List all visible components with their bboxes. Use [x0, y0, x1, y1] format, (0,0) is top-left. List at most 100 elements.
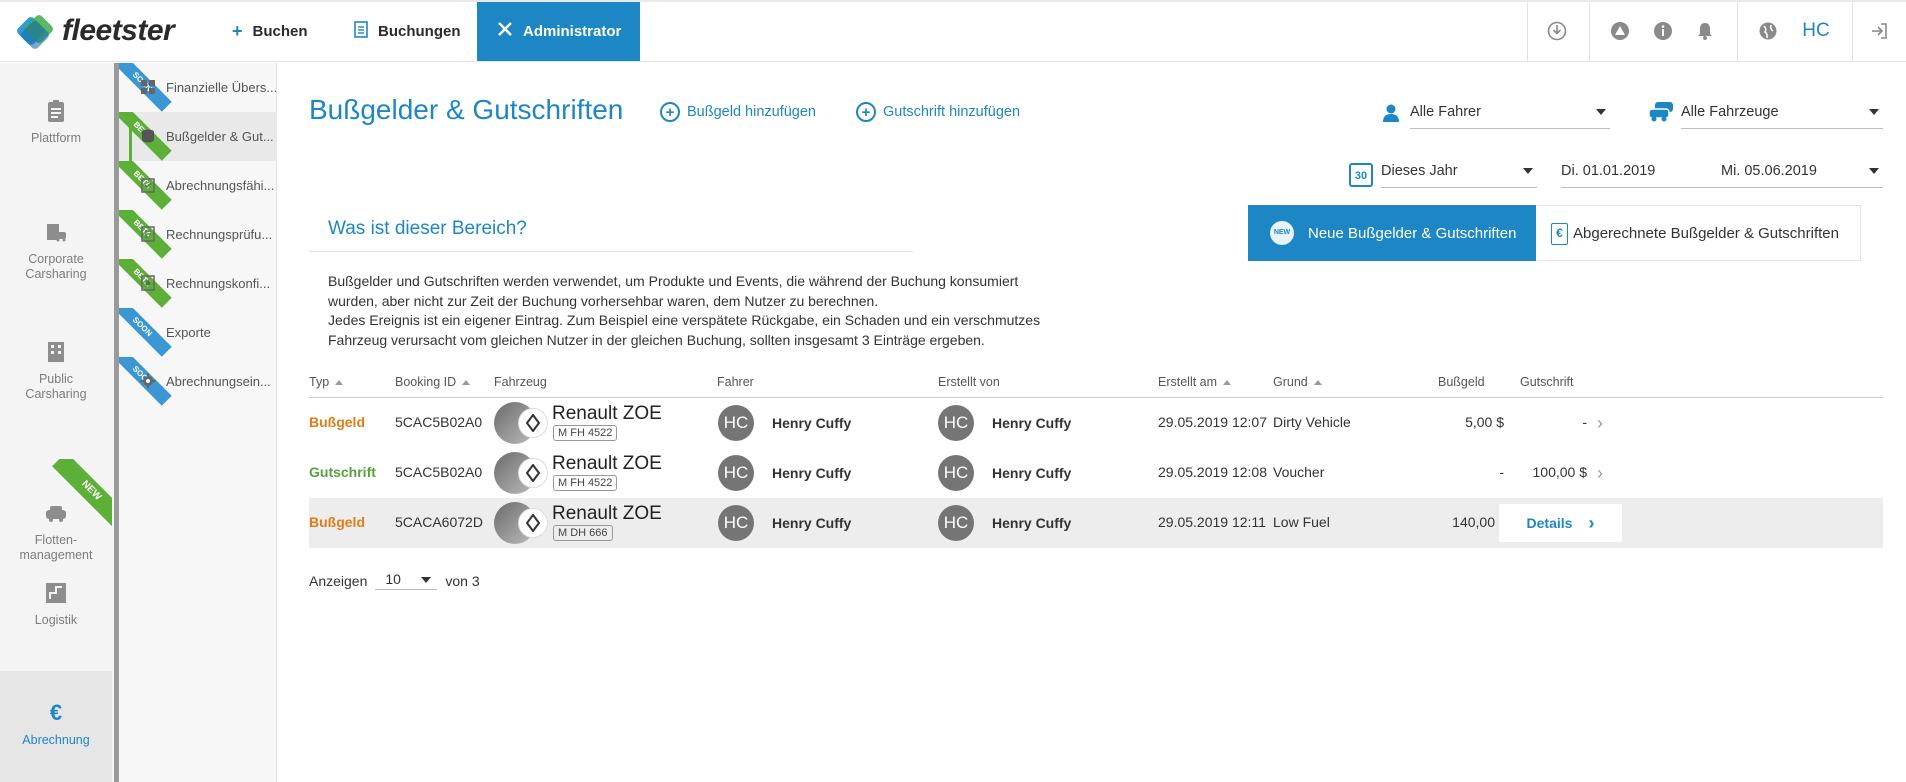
soon-ribbon: SOON: [119, 308, 172, 357]
sidebar-item-public-carsharing[interactable]: Public Carsharing: [0, 340, 112, 402]
col-header-booking-id[interactable]: Booking ID: [395, 375, 471, 389]
add-credit-button[interactable]: + Gutschrift hinzufügen: [856, 102, 1020, 122]
invoice-icon: [141, 226, 155, 242]
sort-asc-icon: [1313, 380, 1322, 386]
chevron-down-icon: [1869, 109, 1879, 115]
pagination: Anzeigen 10 von 3: [309, 571, 480, 590]
date-range-filter[interactable]: Di. 01.01.2019 Mi. 05.06.2019: [1561, 154, 1883, 188]
table-row[interactable]: Gutschrift 5CAC5B02A0 Renault ZOE M FH 4…: [309, 448, 1883, 498]
sidebar-item-platform[interactable]: Plattform: [0, 99, 112, 146]
creator-avatar: HC: [938, 505, 974, 541]
subnav-billable[interactable]: BETA Abrechnungsfähi...: [119, 161, 277, 210]
subnav-label: Rechnungsprüfu...: [166, 227, 273, 242]
sidebar-item-logistics[interactable]: Logistik: [0, 581, 112, 628]
gear-icon: [140, 373, 156, 389]
col-header-reason[interactable]: Grund: [1273, 375, 1322, 389]
subnav-label: Abrechnungsein...: [166, 374, 271, 389]
brand-logo[interactable]: fleetster: [15, 13, 175, 51]
sidebar-item-billing[interactable]: € Abrechnung: [0, 671, 112, 782]
sort-asc-icon: [462, 380, 471, 386]
chevron-right-icon[interactable]: ›: [1597, 463, 1603, 484]
settled-entries-label: Abgerechnete Bußgelder & Gutschriften: [1573, 224, 1839, 242]
col-header-driver: Fahrer: [717, 375, 754, 389]
euro-icon: €: [49, 700, 63, 725]
subnav-exports[interactable]: SOON Exporte: [119, 308, 277, 357]
main-content: Bußgelder & Gutschriften + Bußgeld hinzu…: [278, 63, 1906, 782]
plus-circle-icon: +: [660, 102, 680, 122]
col-header-credit: Gutschrift: [1520, 375, 1574, 389]
col-header-vehicle: Fahrzeug: [494, 375, 547, 389]
license-plate: M DH 666: [553, 525, 613, 541]
col-header-label: Booking ID: [395, 375, 457, 389]
sidebar-item-corporate-carsharing[interactable]: Corporate Carsharing: [0, 220, 112, 282]
col-header-type[interactable]: Typ: [309, 375, 344, 389]
building-car-icon: [47, 224, 66, 242]
separator: [1527, 2, 1528, 61]
chevron-right-icon[interactable]: ›: [1597, 413, 1603, 434]
plus-icon: +: [232, 21, 243, 41]
subnav-invoice-check[interactable]: BETA Rechnungsprüfu...: [119, 210, 277, 259]
details-button[interactable]: Details ›: [1499, 504, 1622, 542]
info-line-4: Fahrzeug verursacht vom gleichen Nutzer …: [328, 331, 985, 348]
subnav-label: Rechnungskonfi...: [166, 276, 271, 291]
col-header-label: Erstellt am: [1158, 375, 1218, 389]
row-credit: -: [1582, 414, 1587, 430]
vehicle-name: Renault ZOE: [552, 503, 662, 524]
subnav-fines-credits[interactable]: BETA Bußgelder & Gut...: [119, 112, 277, 161]
date-to[interactable]: Mi. 05.06.2019: [1721, 163, 1817, 179]
row-type: Bußgeld: [309, 514, 365, 530]
subnav-billing-settings[interactable]: SOON Abrechnungsein...: [119, 357, 277, 406]
settled-entries-tab[interactable]: € Abgerechnete Bußgelder & Gutschriften: [1537, 205, 1861, 261]
col-header-label: Typ: [309, 375, 330, 389]
driver-avatar: HC: [718, 455, 754, 491]
col-header-created-by: Erstellt von: [938, 375, 1000, 389]
info-icon[interactable]: [1652, 20, 1674, 42]
table-row[interactable]: Bußgeld 5CAC5B02A0 Renault ZOE M FH 4522…: [309, 398, 1883, 448]
nav-book[interactable]: + Buchen: [232, 2, 308, 61]
download-icon[interactable]: [1546, 20, 1568, 42]
page-size-select[interactable]: 10: [375, 571, 438, 590]
driver-filter-value: Alle Fahrer: [1410, 103, 1481, 120]
driver-filter[interactable]: Alle Fahrer: [1410, 95, 1610, 129]
info-title: Was ist dieser Bereich?: [328, 218, 527, 239]
vehicle-name: Renault ZOE: [552, 453, 662, 474]
brand-name: fleetster: [62, 14, 175, 47]
pagination-total: von 3: [445, 572, 480, 589]
info-line-3: Jedes Ereignis ist ein eigener Eintrag. …: [328, 312, 1041, 328]
warning-icon[interactable]: [1609, 20, 1631, 42]
sort-asc-icon: [335, 380, 344, 386]
row-credit: 100,00 $: [1532, 464, 1588, 480]
add-fine-button[interactable]: + Bußgeld hinzufügen: [660, 102, 816, 122]
globe-icon[interactable]: [1757, 20, 1779, 42]
subnav-financial-overview[interactable]: SOON Finanzielle Übers...: [119, 63, 277, 112]
period-filter[interactable]: Dieses Jahr: [1381, 154, 1537, 188]
nav-admin[interactable]: Administrator: [477, 2, 640, 61]
calendar-icon: 30: [1349, 163, 1373, 187]
table-row[interactable]: Bußgeld 5CACA6072D Renault ZOE M DH 666 …: [309, 498, 1883, 548]
date-from[interactable]: Di. 01.01.2019: [1561, 163, 1655, 179]
renault-logo-icon: [518, 458, 548, 488]
separator: [1852, 2, 1853, 61]
info-line-1: Bußgelder und Gutschriften werden verwen…: [328, 273, 1019, 289]
new-entries-tab[interactable]: NEW Neue Bußgelder & Gutschriften: [1248, 205, 1536, 261]
nav-bookings[interactable]: Buchungen: [354, 2, 461, 61]
renault-logo-icon: [518, 508, 548, 538]
subnav-invoice-config[interactable]: BETA Rechnungskonfi...: [119, 259, 277, 308]
vehicle-filter-value: Alle Fahrzeuge: [1681, 103, 1779, 120]
user-initials[interactable]: HC: [1800, 20, 1832, 42]
sidebar-item-fleet-management[interactable]: NEW Flotten-management: [0, 459, 112, 569]
euro-document-icon: €: [1551, 223, 1568, 245]
logout-icon[interactable]: [1868, 20, 1890, 42]
vehicle-filter[interactable]: Alle Fahrzeuge: [1681, 95, 1883, 129]
row-type: Bußgeld: [309, 414, 365, 430]
driver-name: Henry Cuffy: [772, 465, 852, 481]
new-badge-icon: NEW: [1270, 221, 1294, 245]
sidebar-item-label: Abrechnung: [22, 733, 90, 747]
coins-icon: [142, 129, 154, 143]
clipboard-check-icon: [141, 178, 155, 193]
page-size-value: 10: [385, 571, 401, 587]
col-header-created-at[interactable]: Erstellt am: [1158, 375, 1232, 389]
row-booking-id: 5CAC5B02A0: [395, 464, 483, 480]
bell-icon[interactable]: [1694, 20, 1716, 42]
nav-bookings-label: Buchungen: [378, 23, 461, 40]
